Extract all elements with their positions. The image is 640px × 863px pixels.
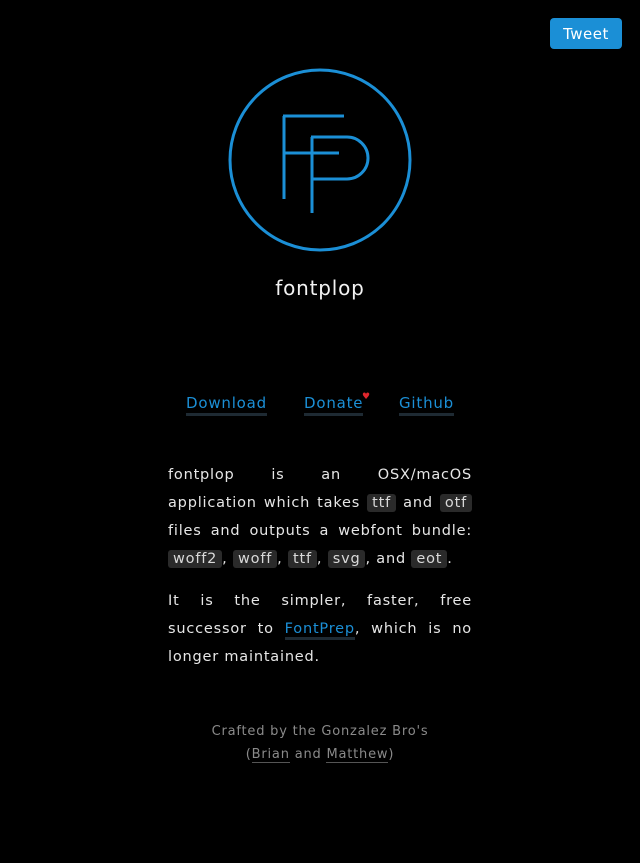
format-badge-woff2: woff2 <box>168 550 223 568</box>
desc-text: files and outputs a webfont bundle: <box>168 523 472 539</box>
footer-text: ) <box>388 747 395 762</box>
desc-text: . <box>447 551 453 567</box>
download-link[interactable]: Download <box>186 394 267 416</box>
footer-authors: (Brian and Matthew) <box>0 743 640 766</box>
matthew-link[interactable]: Matthew <box>326 747 389 763</box>
desc-text: , <box>316 551 323 567</box>
description-paragraph-2: It is the simpler, faster, free successo… <box>168 587 472 671</box>
desc-text: , <box>277 551 283 567</box>
desc-text: and <box>403 495 433 511</box>
fontplop-logo <box>228 68 412 252</box>
format-badge-woff: woff <box>233 550 278 568</box>
brian-link[interactable]: Brian <box>251 747 290 763</box>
footer: Crafted by the Gonzalez Bro's (Brian and… <box>0 720 640 766</box>
description: fontplop is an OSX/macOS application whi… <box>168 461 472 685</box>
donate-link[interactable]: Donate <box>304 394 364 416</box>
format-badge-ttf: ttf <box>367 494 397 512</box>
app-title: fontplop <box>275 276 365 300</box>
format-badge-eot: eot <box>411 550 448 568</box>
format-badge-svg: svg <box>327 550 366 568</box>
fontprep-link[interactable]: FontPrep <box>284 621 355 640</box>
description-paragraph-1: fontplop is an OSX/macOS application whi… <box>168 461 472 573</box>
footer-text: and <box>294 747 322 762</box>
footer-credit: Crafted by the Gonzalez Bro's <box>211 724 429 739</box>
github-link[interactable]: Github <box>399 394 455 416</box>
desc-text: , <box>222 551 228 567</box>
tweet-button[interactable]: Tweet <box>550 18 622 49</box>
desc-text: , and <box>365 551 406 567</box>
format-badge-ttf-out: ttf <box>288 550 317 568</box>
nav-links: Download Donate Github <box>0 394 640 418</box>
footer-text: ( <box>245 747 252 762</box>
heart-icon: ♥ <box>362 392 371 402</box>
format-badge-otf: otf <box>439 494 472 512</box>
